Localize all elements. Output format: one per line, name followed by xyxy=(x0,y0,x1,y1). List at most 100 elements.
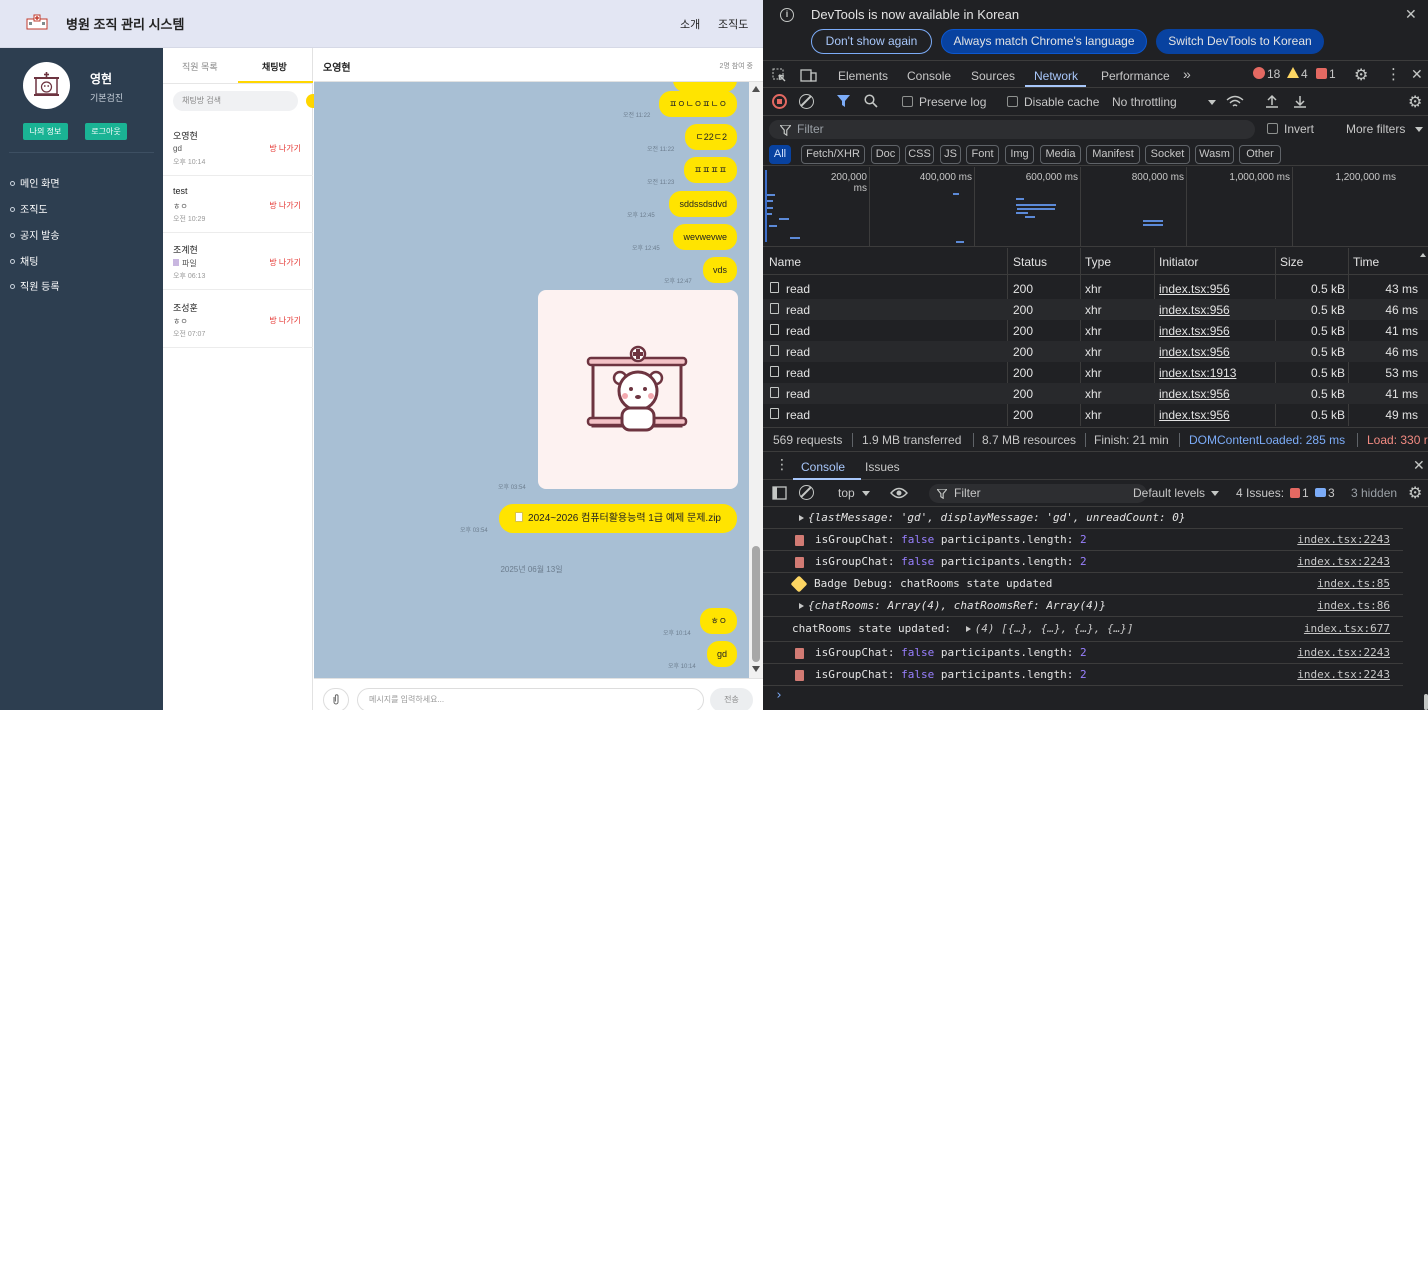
tab-performance[interactable]: Performance xyxy=(1101,69,1170,83)
nav-link-org-chart[interactable]: 조직도 xyxy=(718,16,748,32)
scrollbar-thumb[interactable] xyxy=(752,546,760,662)
console-scrollbar-thumb[interactable] xyxy=(1424,694,1428,710)
column-header-time[interactable]: Time xyxy=(1353,255,1379,269)
scroll-down-icon[interactable] xyxy=(752,666,760,672)
leave-room-button[interactable]: 방 나가기 xyxy=(269,315,301,326)
column-header-type[interactable]: Type xyxy=(1085,255,1111,269)
live-expression-eye-icon[interactable] xyxy=(890,487,908,499)
sidebar-item-chat[interactable]: 채팅 xyxy=(10,253,38,268)
leave-room-button[interactable]: 방 나가기 xyxy=(269,200,301,211)
chat-room-item[interactable]: test ㅎㅇ 오전 10:29 방 나가기 xyxy=(163,176,313,233)
record-stop-icon[interactable] xyxy=(772,94,787,109)
console-message[interactable]: Badge Debug: chatRooms state updated ind… xyxy=(763,573,1403,595)
request-initiator[interactable]: index.tsx:956 xyxy=(1159,345,1230,359)
type-filter-doc[interactable]: Doc xyxy=(871,145,900,164)
type-filter-css[interactable]: CSS xyxy=(905,145,934,164)
chevron-down-icon[interactable] xyxy=(1211,491,1219,496)
table-row[interactable]: read 200 xhr index.tsx:956 0.5 kB 43 ms xyxy=(763,278,1428,299)
log-source-link[interactable]: index.tsx:2243 xyxy=(1297,555,1390,568)
drawer-menu-icon[interactable]: ⋮ xyxy=(775,456,789,473)
log-levels-select[interactable]: Default levels xyxy=(1133,486,1205,500)
expand-triangle-icon[interactable] xyxy=(965,626,971,632)
console-message[interactable]: {chatRooms: Array(4), chatRoomsRef: Arra… xyxy=(763,595,1403,617)
scroll-up-icon[interactable] xyxy=(752,86,760,92)
room-search-input[interactable]: 채팅방 검색 xyxy=(173,91,298,111)
more-tabs-icon[interactable]: » xyxy=(1183,66,1191,82)
filter-funnel-icon[interactable] xyxy=(837,95,850,108)
type-filter-manifest[interactable]: Manifest xyxy=(1086,145,1140,164)
leave-room-button[interactable]: 방 나가기 xyxy=(269,257,301,268)
tab-network[interactable]: Network xyxy=(1034,69,1078,83)
table-row[interactable]: read 200 xhr index.tsx:956 0.5 kB 46 ms xyxy=(763,299,1428,320)
inspect-element-icon[interactable] xyxy=(772,68,787,83)
log-source-link[interactable]: index.tsx:2243 xyxy=(1297,668,1390,681)
message-scrollbar[interactable] xyxy=(749,82,763,678)
match-language-button[interactable]: Always match Chrome's language xyxy=(941,29,1147,54)
tab-sources[interactable]: Sources xyxy=(971,69,1015,83)
console-settings-gear-icon[interactable]: ⚙ xyxy=(1408,483,1422,503)
console-filter-input[interactable]: Filter xyxy=(929,484,1147,503)
console-message[interactable]: chatRooms state updated: (4) [{…}, {…}, … xyxy=(763,618,1403,642)
issues-summary-label[interactable]: 4 Issues: xyxy=(1236,486,1284,500)
close-devtools-icon[interactable]: ✕ xyxy=(1411,66,1423,83)
sidebar-toggle-icon[interactable] xyxy=(772,486,787,500)
disable-cache-checkbox[interactable] xyxy=(1007,96,1018,107)
type-filter-js[interactable]: JS xyxy=(940,145,961,164)
log-source-link[interactable]: index.tsx:2243 xyxy=(1297,533,1390,546)
request-initiator[interactable]: index.tsx:956 xyxy=(1159,282,1230,296)
table-row[interactable]: read 200 xhr index.tsx:1913 0.5 kB 53 ms xyxy=(763,362,1428,383)
error-count[interactable]: 18 xyxy=(1267,67,1280,81)
message-input[interactable]: 메시지를 입력하세요... xyxy=(357,688,704,710)
nav-link-intro[interactable]: 소개 xyxy=(680,16,700,32)
column-header-size[interactable]: Size xyxy=(1280,255,1303,269)
table-row[interactable]: read 200 xhr index.tsx:956 0.5 kB 46 ms xyxy=(763,341,1428,362)
column-header-status[interactable]: Status xyxy=(1013,255,1047,269)
invert-checkbox[interactable] xyxy=(1267,123,1278,134)
sidebar-item-register-staff[interactable]: 직원 등록 xyxy=(10,278,60,293)
sidebar-item-main[interactable]: 메인 화면 xyxy=(10,175,60,190)
console-message[interactable]: isGroupChat: false participants.length: … xyxy=(763,642,1403,664)
leave-room-button[interactable]: 방 나가기 xyxy=(269,143,301,154)
tab-elements[interactable]: Elements xyxy=(838,69,888,83)
search-icon[interactable] xyxy=(864,94,878,108)
more-options-icon[interactable]: ⋮ xyxy=(1386,65,1401,83)
log-source-link[interactable]: index.ts:85 xyxy=(1317,577,1390,590)
issues-info-count[interactable]: 3 xyxy=(1328,486,1335,500)
request-initiator[interactable]: index.tsx:1913 xyxy=(1159,366,1236,380)
chevron-down-icon[interactable] xyxy=(1208,100,1216,105)
type-filter-media[interactable]: Media xyxy=(1040,145,1081,164)
request-initiator[interactable]: index.tsx:956 xyxy=(1159,324,1230,338)
preserve-log-checkbox[interactable] xyxy=(902,96,913,107)
export-har-icon[interactable] xyxy=(1293,94,1307,109)
column-header-initiator[interactable]: Initiator xyxy=(1159,255,1198,269)
expand-triangle-icon[interactable] xyxy=(799,515,804,521)
type-filter-socket[interactable]: Socket xyxy=(1145,145,1190,164)
image-message[interactable] xyxy=(538,290,738,489)
type-filter-font[interactable]: Font xyxy=(966,145,999,164)
column-header-name[interactable]: Name xyxy=(769,255,801,269)
dont-show-again-button[interactable]: Don't show again xyxy=(811,29,932,54)
chat-room-item[interactable]: 조성훈 ㅎㅇ 오전 07:07 방 나가기 xyxy=(163,291,313,348)
network-settings-gear-icon[interactable]: ⚙ xyxy=(1408,92,1422,112)
type-filter-fetch-xhr[interactable]: Fetch/XHR xyxy=(801,145,865,164)
log-source-link[interactable]: index.tsx:677 xyxy=(1304,622,1390,635)
console-message[interactable]: {lastMessage: 'gd', displayMessage: 'gd'… xyxy=(763,507,1403,529)
type-filter-img[interactable]: Img xyxy=(1005,145,1034,164)
settings-gear-icon[interactable]: ⚙ xyxy=(1354,65,1368,85)
console-message[interactable]: isGroupChat: false participants.length: … xyxy=(763,529,1403,551)
request-initiator[interactable]: index.tsx:956 xyxy=(1159,408,1230,422)
drawer-tab-console[interactable]: Console xyxy=(801,460,845,474)
chevron-down-icon[interactable] xyxy=(862,491,870,496)
table-row[interactable]: read 200 xhr index.tsx:956 0.5 kB 41 ms xyxy=(763,320,1428,341)
log-source-link[interactable]: index.tsx:2243 xyxy=(1297,646,1390,659)
console-prompt-icon[interactable]: › xyxy=(775,688,783,703)
import-har-icon[interactable] xyxy=(1265,94,1279,109)
type-filter-wasm[interactable]: Wasm xyxy=(1195,145,1234,164)
table-row[interactable]: read 200 xhr index.tsx:956 0.5 kB 49 ms xyxy=(763,404,1428,425)
close-drawer-icon[interactable]: ✕ xyxy=(1413,457,1425,474)
device-toolbar-icon[interactable] xyxy=(800,68,817,83)
file-message[interactable]: 2024~2026 컴퓨터활용능력 1급 예제 문제.zip xyxy=(499,504,737,533)
throttling-select[interactable]: No throttling xyxy=(1112,95,1177,109)
clear-console-icon[interactable] xyxy=(799,485,814,500)
request-initiator[interactable]: index.tsx:956 xyxy=(1159,303,1230,317)
